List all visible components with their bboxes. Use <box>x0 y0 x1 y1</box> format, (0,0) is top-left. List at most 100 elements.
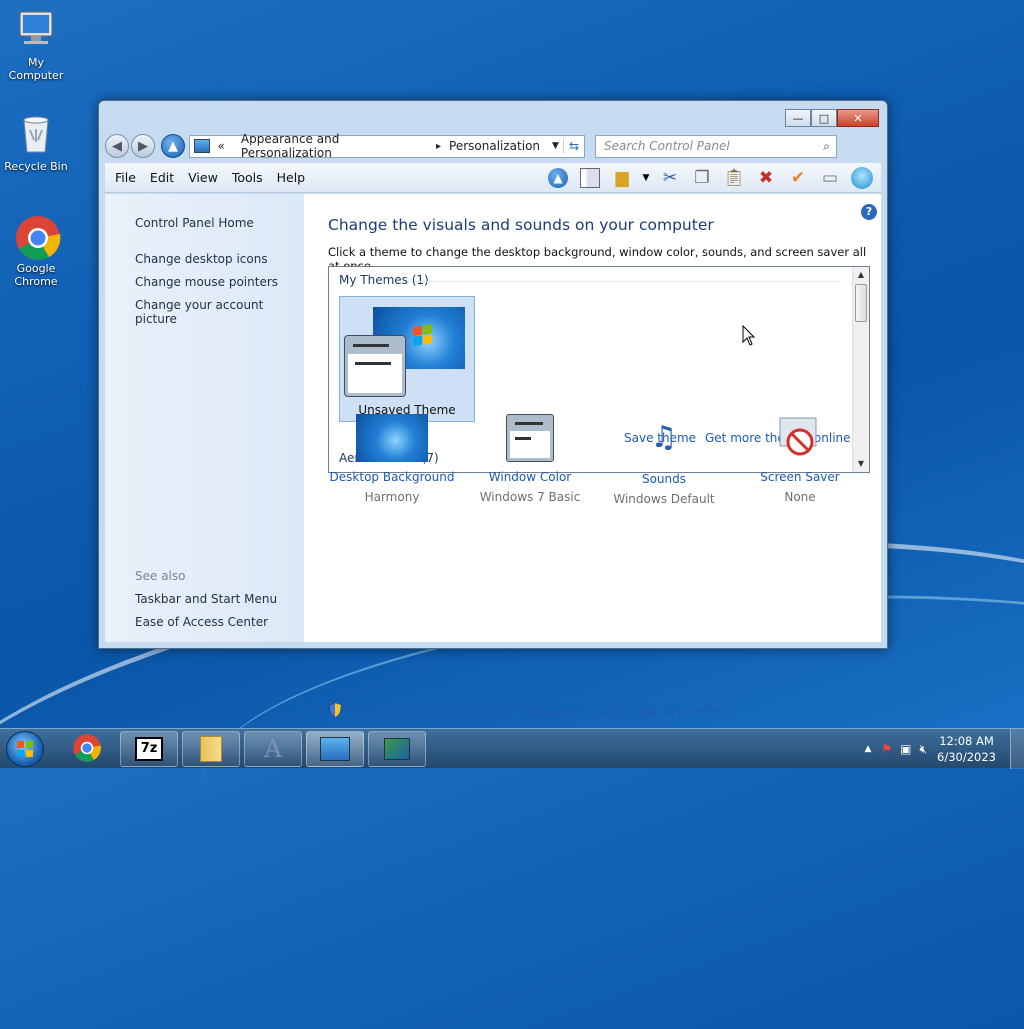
taskbar-chrome[interactable] <box>58 731 116 767</box>
address-row: ◀ ▶ ▲ « Appearance and Personalization ▸… <box>105 132 881 160</box>
change-desktop-icons-link[interactable]: Change desktop icons <box>135 252 268 266</box>
menu-tools[interactable]: Tools <box>225 170 270 185</box>
copy-icon[interactable]: ❐ <box>689 166 715 190</box>
setting-label[interactable]: Window Color <box>460 470 600 484</box>
taskbar-explorer[interactable] <box>182 731 240 767</box>
volume-muted-icon[interactable]: 🔇︎ <box>919 742 927 757</box>
sounds-icon: ♫ <box>650 420 678 455</box>
troubleshoot-link[interactable]: Troubleshoot problems with transparency … <box>328 702 735 721</box>
recycle-bin-icon <box>14 112 58 156</box>
clock-time: 12:08 AM <box>939 734 994 748</box>
scroll-thumb[interactable] <box>855 284 867 322</box>
setting-label[interactable]: Screen Saver <box>730 470 870 484</box>
system-tray: ▲ ⚑ ▣ 🔇︎ 12:08 AM 6/30/2023 <box>864 729 1024 769</box>
back-button[interactable]: ◀ <box>105 134 129 158</box>
shell-icon[interactable] <box>849 166 875 190</box>
menu-view[interactable]: View <box>181 170 225 185</box>
desktop-icon-label: Recycle Bin <box>4 160 68 173</box>
clock[interactable]: 12:08 AM 6/30/2023 <box>937 733 996 765</box>
desktop-icon-label: My Computer <box>8 56 64 82</box>
setting-label[interactable]: Sounds <box>594 472 734 486</box>
menu-file[interactable]: File <box>105 170 143 185</box>
control-panel-icon <box>320 737 350 761</box>
pane-icon[interactable] <box>577 166 603 190</box>
folder-icon <box>200 736 222 762</box>
maximize-button[interactable]: □ <box>811 109 837 127</box>
change-mouse-pointers-link[interactable]: Change mouse pointers <box>135 275 278 289</box>
control-panel-icon <box>194 139 210 153</box>
action-center-icon[interactable]: ⚑ <box>881 742 892 756</box>
breadcrumb-chevron[interactable]: « <box>210 139 233 153</box>
breadcrumb-personalization[interactable]: Personalization <box>441 139 548 153</box>
taskbar-7zip[interactable]: 7z <box>120 731 178 767</box>
display-icon <box>384 738 410 760</box>
cut-icon[interactable]: ✂ <box>657 166 683 190</box>
paste-icon[interactable]: 📋︎ <box>721 166 747 190</box>
ease-of-access-link[interactable]: Ease of Access Center <box>135 615 268 629</box>
taskbar-control-panel[interactable] <box>306 731 364 767</box>
personalization-window: — □ ✕ ◀ ▶ ▲ « Appearance and Personaliza… <box>98 100 888 719</box>
folder-view-icon[interactable]: ▆ <box>609 166 635 190</box>
font-viewer-icon: A <box>264 735 282 763</box>
address-bar[interactable]: « Appearance and Personalization ▸ Perso… <box>189 132 585 160</box>
minimize-button[interactable]: — <box>785 109 811 127</box>
right-pane: ? Change the visuals and sounds on your … <box>304 194 881 719</box>
refresh-icon[interactable]: ⇆ <box>562 139 584 153</box>
toolbar: ▲ ▆ ▼ ✂ ❐ 📋︎ ✖ ✔ ▭ <box>545 166 875 190</box>
window-color-icon <box>506 414 554 462</box>
screen-saver-setting[interactable]: Screen Saver None <box>730 414 870 504</box>
properties-icon[interactable]: ▭ <box>817 166 843 190</box>
breadcrumb-appearance[interactable]: Appearance and Personalization <box>233 132 436 160</box>
desktop-background-setting[interactable]: Desktop Background Harmony <box>322 414 462 504</box>
up-arrow-icon[interactable]: ▲ <box>545 166 571 190</box>
preview-bar <box>353 344 389 347</box>
network-icon[interactable]: ▣ <box>900 742 911 756</box>
content-area: Control Panel Home Change desktop icons … <box>105 194 881 719</box>
checkmark-icon[interactable]: ✔ <box>785 166 811 190</box>
delete-icon[interactable]: ✖ <box>753 166 779 190</box>
setting-value: Windows Default <box>613 492 715 506</box>
desktop-icon-google-chrome[interactable]: Google Chrome <box>0 214 72 288</box>
taskbar: 7z A ▲ ⚑ ▣ 🔇︎ 12:08 AM 6/30/2023 <box>0 728 1024 769</box>
up-button[interactable]: ▲ <box>161 134 185 158</box>
address-dropdown-icon[interactable]: ▼ <box>548 141 563 151</box>
taskbar-display[interactable] <box>368 731 426 767</box>
desktop-icon-recycle-bin[interactable]: Recycle Bin <box>0 112 72 173</box>
window-color-setting[interactable]: Window Color Windows 7 Basic <box>460 414 600 504</box>
search-icon[interactable]: ⌕ <box>823 139 830 154</box>
theme-window-preview <box>344 335 406 397</box>
dropdown-icon[interactable]: ▼ <box>641 166 651 190</box>
setting-value: Harmony <box>364 490 420 504</box>
setting-value: Windows 7 Basic <box>479 490 581 504</box>
desktop-icon-my-computer[interactable]: My Computer <box>0 8 72 82</box>
taskbar-font-viewer[interactable]: A <box>244 731 302 767</box>
troubleshoot-label[interactable]: Troubleshoot problems with transparency … <box>348 705 735 719</box>
sounds-setting[interactable]: ♫ Sounds Windows Default <box>594 414 734 506</box>
preview-body <box>348 354 402 393</box>
menu-help[interactable]: Help <box>270 170 313 185</box>
shield-icon <box>328 702 342 721</box>
desktop-background-icon <box>356 414 428 462</box>
group-divider <box>414 281 839 282</box>
left-pane: Control Panel Home Change desktop icons … <box>105 194 304 642</box>
help-icon[interactable]: ? <box>861 204 877 220</box>
theme-tile-unsaved[interactable]: Unsaved Theme <box>339 296 475 422</box>
show-hidden-icons-icon[interactable]: ▲ <box>864 744 871 754</box>
caption-buttons: — □ ✕ <box>785 109 879 127</box>
taskbar-start-menu-link[interactable]: Taskbar and Start Menu <box>135 592 277 606</box>
search-input[interactable]: Search Control Panel ⌕ <box>595 134 837 158</box>
close-button[interactable]: ✕ <box>837 109 879 127</box>
menu-edit[interactable]: Edit <box>143 170 181 185</box>
show-desktop-button[interactable] <box>1010 729 1024 769</box>
clock-date: 6/30/2023 <box>937 750 996 764</box>
change-account-picture-link[interactable]: Change your account picture <box>135 298 304 326</box>
control-panel-home-link[interactable]: Control Panel Home <box>135 216 254 230</box>
start-button[interactable] <box>6 731 44 767</box>
desktop-icon-label: Google Chrome <box>14 262 58 288</box>
mouse-cursor-icon <box>742 324 756 349</box>
7zip-icon: 7z <box>135 737 163 761</box>
forward-button[interactable]: ▶ <box>131 134 155 158</box>
setting-value: None <box>784 490 816 504</box>
setting-label[interactable]: Desktop Background <box>322 470 462 484</box>
scroll-up-arrow[interactable]: ▲ <box>853 267 869 283</box>
